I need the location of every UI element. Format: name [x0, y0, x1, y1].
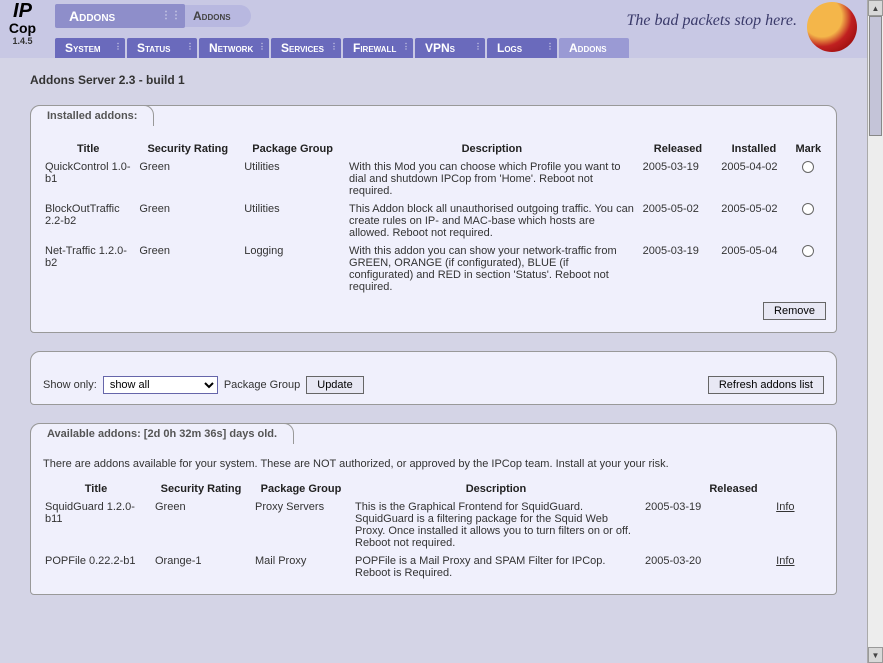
info-link[interactable]: Info	[776, 501, 794, 513]
cell-rel: 2005-05-02	[639, 200, 718, 242]
cell-desc: With this Mod you can choose which Profi…	[345, 158, 639, 200]
nav-network[interactable]: Network⋮	[199, 38, 269, 58]
nav-addons[interactable]: Addons	[559, 38, 629, 58]
chevron-down-icon: ⋮	[186, 42, 194, 51]
installed-table: Title Security Rating Package Group Desc…	[41, 140, 826, 296]
package-group-select[interactable]: show all	[103, 376, 218, 394]
breadcrumb-page: Addons	[183, 5, 251, 27]
scroll-thumb[interactable]	[869, 16, 882, 136]
cell-rel: 2005-03-19	[639, 242, 718, 296]
cell-desc: This Addon block all unauthorised outgoi…	[345, 200, 639, 242]
logo: IP Cop 1.4.5	[0, 0, 45, 47]
cell-pkg: Logging	[240, 242, 345, 296]
cell-pkg: Utilities	[240, 200, 345, 242]
available-warning: There are addons available for your syst…	[43, 458, 824, 470]
breadcrumb: Addons Addons	[55, 4, 251, 28]
cell-title: SquidGuard 1.2.0-b11	[41, 498, 151, 552]
cell-inst: 2005-05-04	[717, 242, 790, 296]
cell-sec: Green	[135, 200, 240, 242]
table-row: BlockOutTraffic 2.2-b2 Green Utilities T…	[41, 200, 826, 242]
cell-pkg: Utilities	[240, 158, 345, 200]
cell-sec: Green	[135, 158, 240, 200]
scroll-track[interactable]	[868, 16, 883, 647]
mark-radio[interactable]	[802, 203, 814, 215]
cell-desc: This is the Graphical Frontend for Squid…	[351, 498, 641, 552]
col-pkg: Package Group	[251, 480, 351, 498]
mark-radio[interactable]	[802, 161, 814, 173]
vertical-scrollbar[interactable]: ▲ ▼	[867, 0, 883, 663]
available-panel: Available addons: [2d 0h 32m 36s] days o…	[30, 423, 837, 595]
cell-rel: 2005-03-20	[641, 552, 772, 582]
show-only-label: Show only:	[43, 379, 97, 391]
logo-ip: IP	[0, 2, 45, 20]
table-row: SquidGuard 1.2.0-b11 Green Proxy Servers…	[41, 498, 826, 552]
cell-pkg: Mail Proxy	[251, 552, 351, 582]
cell-sec: Green	[151, 498, 251, 552]
logo-version: 1.4.5	[12, 36, 32, 46]
nav-services[interactable]: Services⋮	[271, 38, 341, 58]
pkg-group-label: Package Group	[224, 379, 300, 391]
col-sec: Security Rating	[151, 480, 251, 498]
refresh-addons-button[interactable]: Refresh addons list	[708, 376, 824, 394]
col-mark: Mark	[791, 140, 826, 158]
tagline: The bad packets stop here.	[627, 12, 797, 30]
table-row: Net-Traffic 1.2.0-b2 Green Logging With …	[41, 242, 826, 296]
chevron-down-icon: ⋮	[114, 42, 122, 51]
available-heading: Available addons: [2d 0h 32m 36s] days o…	[30, 423, 294, 444]
scroll-down-icon[interactable]: ▼	[868, 647, 883, 663]
top-bar: IP Cop 1.4.5 Addons Addons The bad packe…	[0, 0, 867, 58]
cell-desc: With this addon you can show your networ…	[345, 242, 639, 296]
cell-desc: POPFile is a Mail Proxy and SPAM Filter …	[351, 552, 641, 582]
cell-title: POPFile 0.22.2-b1	[41, 552, 151, 582]
cell-rel: 2005-03-19	[639, 158, 718, 200]
nav-firewall[interactable]: Firewall⋮	[343, 38, 413, 58]
col-inst: Installed	[717, 140, 790, 158]
available-table: Title Security Rating Package Group Desc…	[41, 480, 826, 582]
filter-panel: Show only: show all Package Group Update…	[30, 351, 837, 405]
cell-title: Net-Traffic 1.2.0-b2	[41, 242, 135, 296]
installed-panel: Installed addons: Title Security Rating …	[30, 105, 837, 333]
update-button[interactable]: Update	[306, 376, 363, 394]
col-rel: Released	[639, 140, 718, 158]
chevron-down-icon: ⋮	[546, 42, 554, 51]
logo-cop: Cop	[0, 20, 45, 36]
col-desc: Description	[351, 480, 641, 498]
col-sec: Security Rating	[135, 140, 240, 158]
scroll-up-icon[interactable]: ▲	[868, 0, 883, 16]
col-title: Title	[41, 480, 151, 498]
page-title: Addons Server 2.3 - build 1	[30, 73, 837, 87]
col-rel: Released	[641, 480, 826, 498]
cell-inst: 2005-05-02	[717, 200, 790, 242]
cell-sec: Green	[135, 242, 240, 296]
cell-title: QuickControl 1.0-b1	[41, 158, 135, 200]
cell-title: BlockOutTraffic 2.2-b2	[41, 200, 135, 242]
remove-button[interactable]: Remove	[763, 302, 826, 320]
chevron-down-icon: ⋮	[330, 42, 338, 51]
cell-pkg: Proxy Servers	[251, 498, 351, 552]
nav-status[interactable]: Status⋮	[127, 38, 197, 58]
cell-sec: Orange-1	[151, 552, 251, 582]
chevron-down-icon: ⋮	[474, 42, 482, 51]
chevron-down-icon: ⋮	[402, 42, 410, 51]
nav-vpns[interactable]: VPNs⋮	[415, 38, 485, 58]
nav-system[interactable]: System⋮	[55, 38, 125, 58]
col-pkg: Package Group	[240, 140, 345, 158]
info-link[interactable]: Info	[776, 555, 794, 567]
installed-heading: Installed addons:	[30, 105, 154, 126]
col-desc: Description	[345, 140, 639, 158]
table-row: POPFile 0.22.2-b1 Orange-1 Mail Proxy PO…	[41, 552, 826, 582]
mark-radio[interactable]	[802, 245, 814, 257]
mascot-icon	[807, 2, 857, 52]
cell-rel: 2005-03-19	[641, 498, 772, 552]
nav-logs[interactable]: Logs⋮	[487, 38, 557, 58]
cell-inst: 2005-04-02	[717, 158, 790, 200]
col-title: Title	[41, 140, 135, 158]
table-row: QuickControl 1.0-b1 Green Utilities With…	[41, 158, 826, 200]
chevron-down-icon: ⋮	[258, 42, 266, 51]
breadcrumb-section: Addons	[55, 4, 185, 28]
main-nav: System⋮ Status⋮ Network⋮ Services⋮ Firew…	[55, 38, 631, 58]
